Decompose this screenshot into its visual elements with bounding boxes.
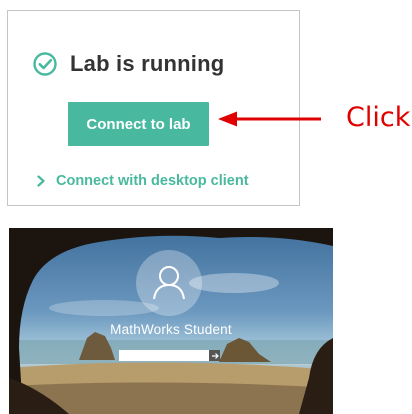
connect-desktop-client-label: Connect with desktop client xyxy=(56,173,249,189)
chevron-right-icon xyxy=(37,175,45,187)
password-input[interactable] xyxy=(119,350,209,361)
lab-status-text: Lab is running xyxy=(70,51,225,76)
lab-status-row: Lab is running xyxy=(32,51,224,77)
click-annotation-label: Click xyxy=(346,102,411,133)
lab-status-card: Lab is running Connect to lab Connect wi… xyxy=(7,10,300,206)
submit-password-button[interactable] xyxy=(209,350,220,361)
connect-to-lab-button[interactable]: Connect to lab xyxy=(68,102,209,146)
arrow-left-icon xyxy=(218,111,321,127)
windows-lock-screen: MathWorks Student xyxy=(9,228,333,414)
connect-desktop-client-link[interactable]: Connect with desktop client xyxy=(36,173,249,189)
arrow-right-icon xyxy=(211,352,219,359)
username-label: MathWorks Student xyxy=(110,322,232,337)
user-icon xyxy=(153,266,185,300)
check-circle-icon xyxy=(33,52,57,76)
user-avatar xyxy=(136,250,202,316)
